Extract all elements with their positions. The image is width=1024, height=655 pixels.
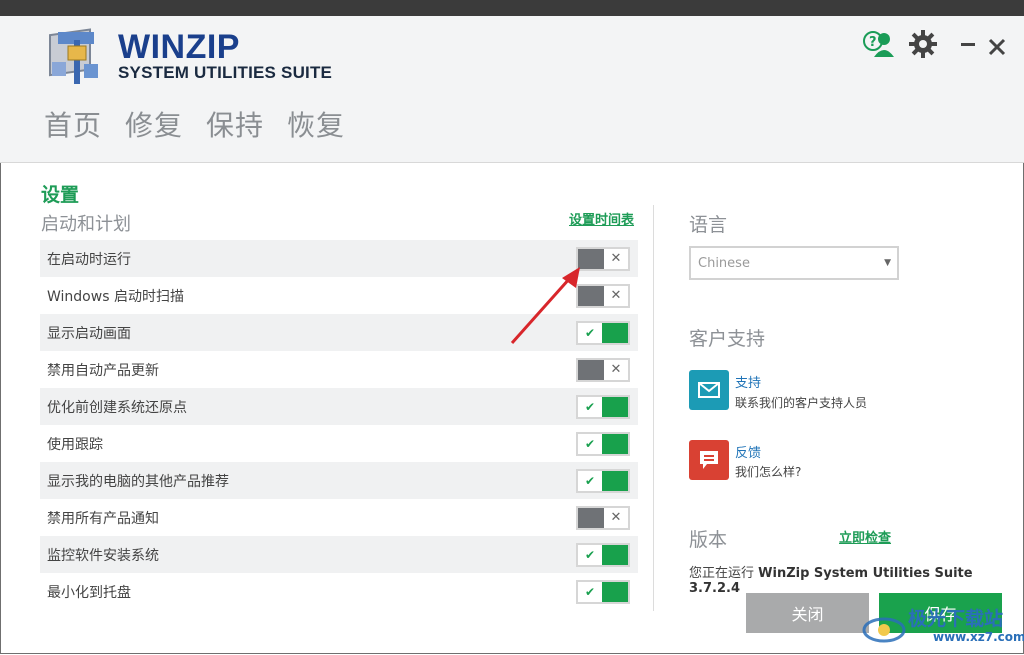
checkmark-icon: ✔ [578, 544, 602, 565]
chevron-down-icon: ▼ [884, 258, 891, 268]
toggle-knob [602, 544, 628, 565]
logo-line-2: SYSTEM UTILITIES SUITE [118, 63, 333, 82]
window-titlebar [0, 0, 1024, 16]
nav-tab-restore[interactable]: 恢复 [287, 104, 345, 144]
checkmark-icon: ✔ [578, 396, 602, 417]
settings-row: 优化前创建系统还原点 ✔ [40, 388, 638, 425]
app-logo-wordmark: WINZIP SYSTEM UTILITIES SUITE [118, 30, 332, 83]
toggle-knob [602, 470, 628, 491]
toggle-switch[interactable]: ✔ [576, 431, 630, 456]
settings-row-label: 使用跟踪 [47, 436, 103, 453]
annotation-arrow [510, 267, 580, 344]
toggle-knob [602, 433, 628, 454]
toggle-knob [578, 507, 604, 528]
minimize-button[interactable] [960, 26, 976, 56]
toggle-knob [602, 322, 628, 343]
support-description: 联系我们的客户支持人员 [735, 396, 868, 410]
x-icon: ✕ [604, 285, 628, 306]
toggle-switch[interactable]: ✔ [576, 468, 630, 493]
settings-row: 禁用所有产品通知 ✕ [40, 499, 638, 536]
gear-icon[interactable] [908, 29, 938, 63]
settings-row-label: 最小化到托盘 [47, 584, 131, 601]
x-icon: ✕ [604, 248, 628, 269]
panel-divider [653, 205, 654, 611]
settings-row: 禁用自动产品更新 ✕ [40, 351, 638, 388]
checkmark-icon: ✔ [578, 581, 602, 602]
check-now-link[interactable]: 立即检查 [839, 527, 891, 546]
toggle-switch[interactable]: ✔ [576, 579, 630, 604]
nav-tab-home[interactable]: 首页 [44, 104, 102, 144]
x-icon: ✕ [604, 507, 628, 528]
mail-icon[interactable] [689, 370, 729, 410]
toggle-knob [578, 359, 604, 380]
settings-row: 使用跟踪 ✔ [40, 425, 638, 462]
nav-tab-maintain[interactable]: 保持 [206, 104, 264, 144]
language-selected-value: Chinese [698, 255, 750, 271]
settings-row-label: 禁用自动产品更新 [47, 362, 159, 379]
set-schedule-link[interactable]: 设置时间表 [569, 209, 634, 228]
toggle-switch[interactable]: ✕ [576, 357, 630, 382]
watermark-url: www.xz7.com [933, 630, 1024, 644]
settings-row-label: Windows 启动时扫描 [47, 288, 184, 305]
version-line: 您正在运行 WinZip System Utilities Suite 3.7.… [689, 562, 1024, 596]
settings-row-label: 显示启动画面 [47, 325, 131, 342]
close-window-button[interactable] [988, 34, 1006, 60]
language-title: 语言 [689, 214, 728, 236]
settings-row: 最小化到托盘 ✔ [40, 573, 638, 610]
settings-row: 监控软件安装系统 ✔ [40, 536, 638, 573]
support-link[interactable]: 支持 [735, 372, 761, 391]
winzip-logo-icon [44, 26, 106, 88]
language-select[interactable]: Chinese ▼ [689, 246, 899, 280]
close-button[interactable]: 关闭 [746, 593, 869, 633]
toggle-knob [602, 581, 628, 602]
customer-support-title: 客户支持 [689, 328, 766, 350]
checkmark-icon: ✔ [578, 433, 602, 454]
nav-tab-repair[interactable]: 修复 [125, 104, 183, 144]
settings-title: 设置 [41, 184, 80, 206]
toggle-switch[interactable]: ✕ [576, 505, 630, 530]
settings-row: 显示我的电脑的其他产品推荐 ✔ [40, 462, 638, 499]
toggle-knob [602, 396, 628, 417]
feedback-description: 我们怎么样? [735, 465, 802, 479]
x-icon: ✕ [604, 359, 628, 380]
logo-line-1: WINZIP [118, 28, 240, 66]
watermark-text: 极光下载站 [908, 608, 1004, 630]
main-nav: 首页 修复 保持 恢复 [44, 104, 345, 144]
help-account-icon[interactable]: ? [862, 30, 896, 62]
settings-row-label: 优化前创建系统还原点 [47, 399, 187, 416]
svg-text:?: ? [869, 35, 877, 50]
checkmark-icon: ✔ [578, 470, 602, 491]
version-title: 版本 [689, 529, 728, 551]
version-running-prefix: 您正在运行 [689, 566, 755, 581]
settings-row-label: 禁用所有产品通知 [47, 510, 159, 527]
startup-section-title: 启动和计划 [41, 214, 131, 235]
toggle-switch[interactable]: ✔ [576, 394, 630, 419]
feedback-icon[interactable] [689, 440, 729, 480]
settings-row-label: 在启动时运行 [47, 251, 131, 268]
toggle-switch[interactable]: ✔ [576, 542, 630, 567]
settings-row-label: 监控软件安装系统 [47, 547, 159, 564]
feedback-link[interactable]: 反馈 [735, 442, 761, 461]
settings-row-label: 显示我的电脑的其他产品推荐 [47, 473, 229, 490]
